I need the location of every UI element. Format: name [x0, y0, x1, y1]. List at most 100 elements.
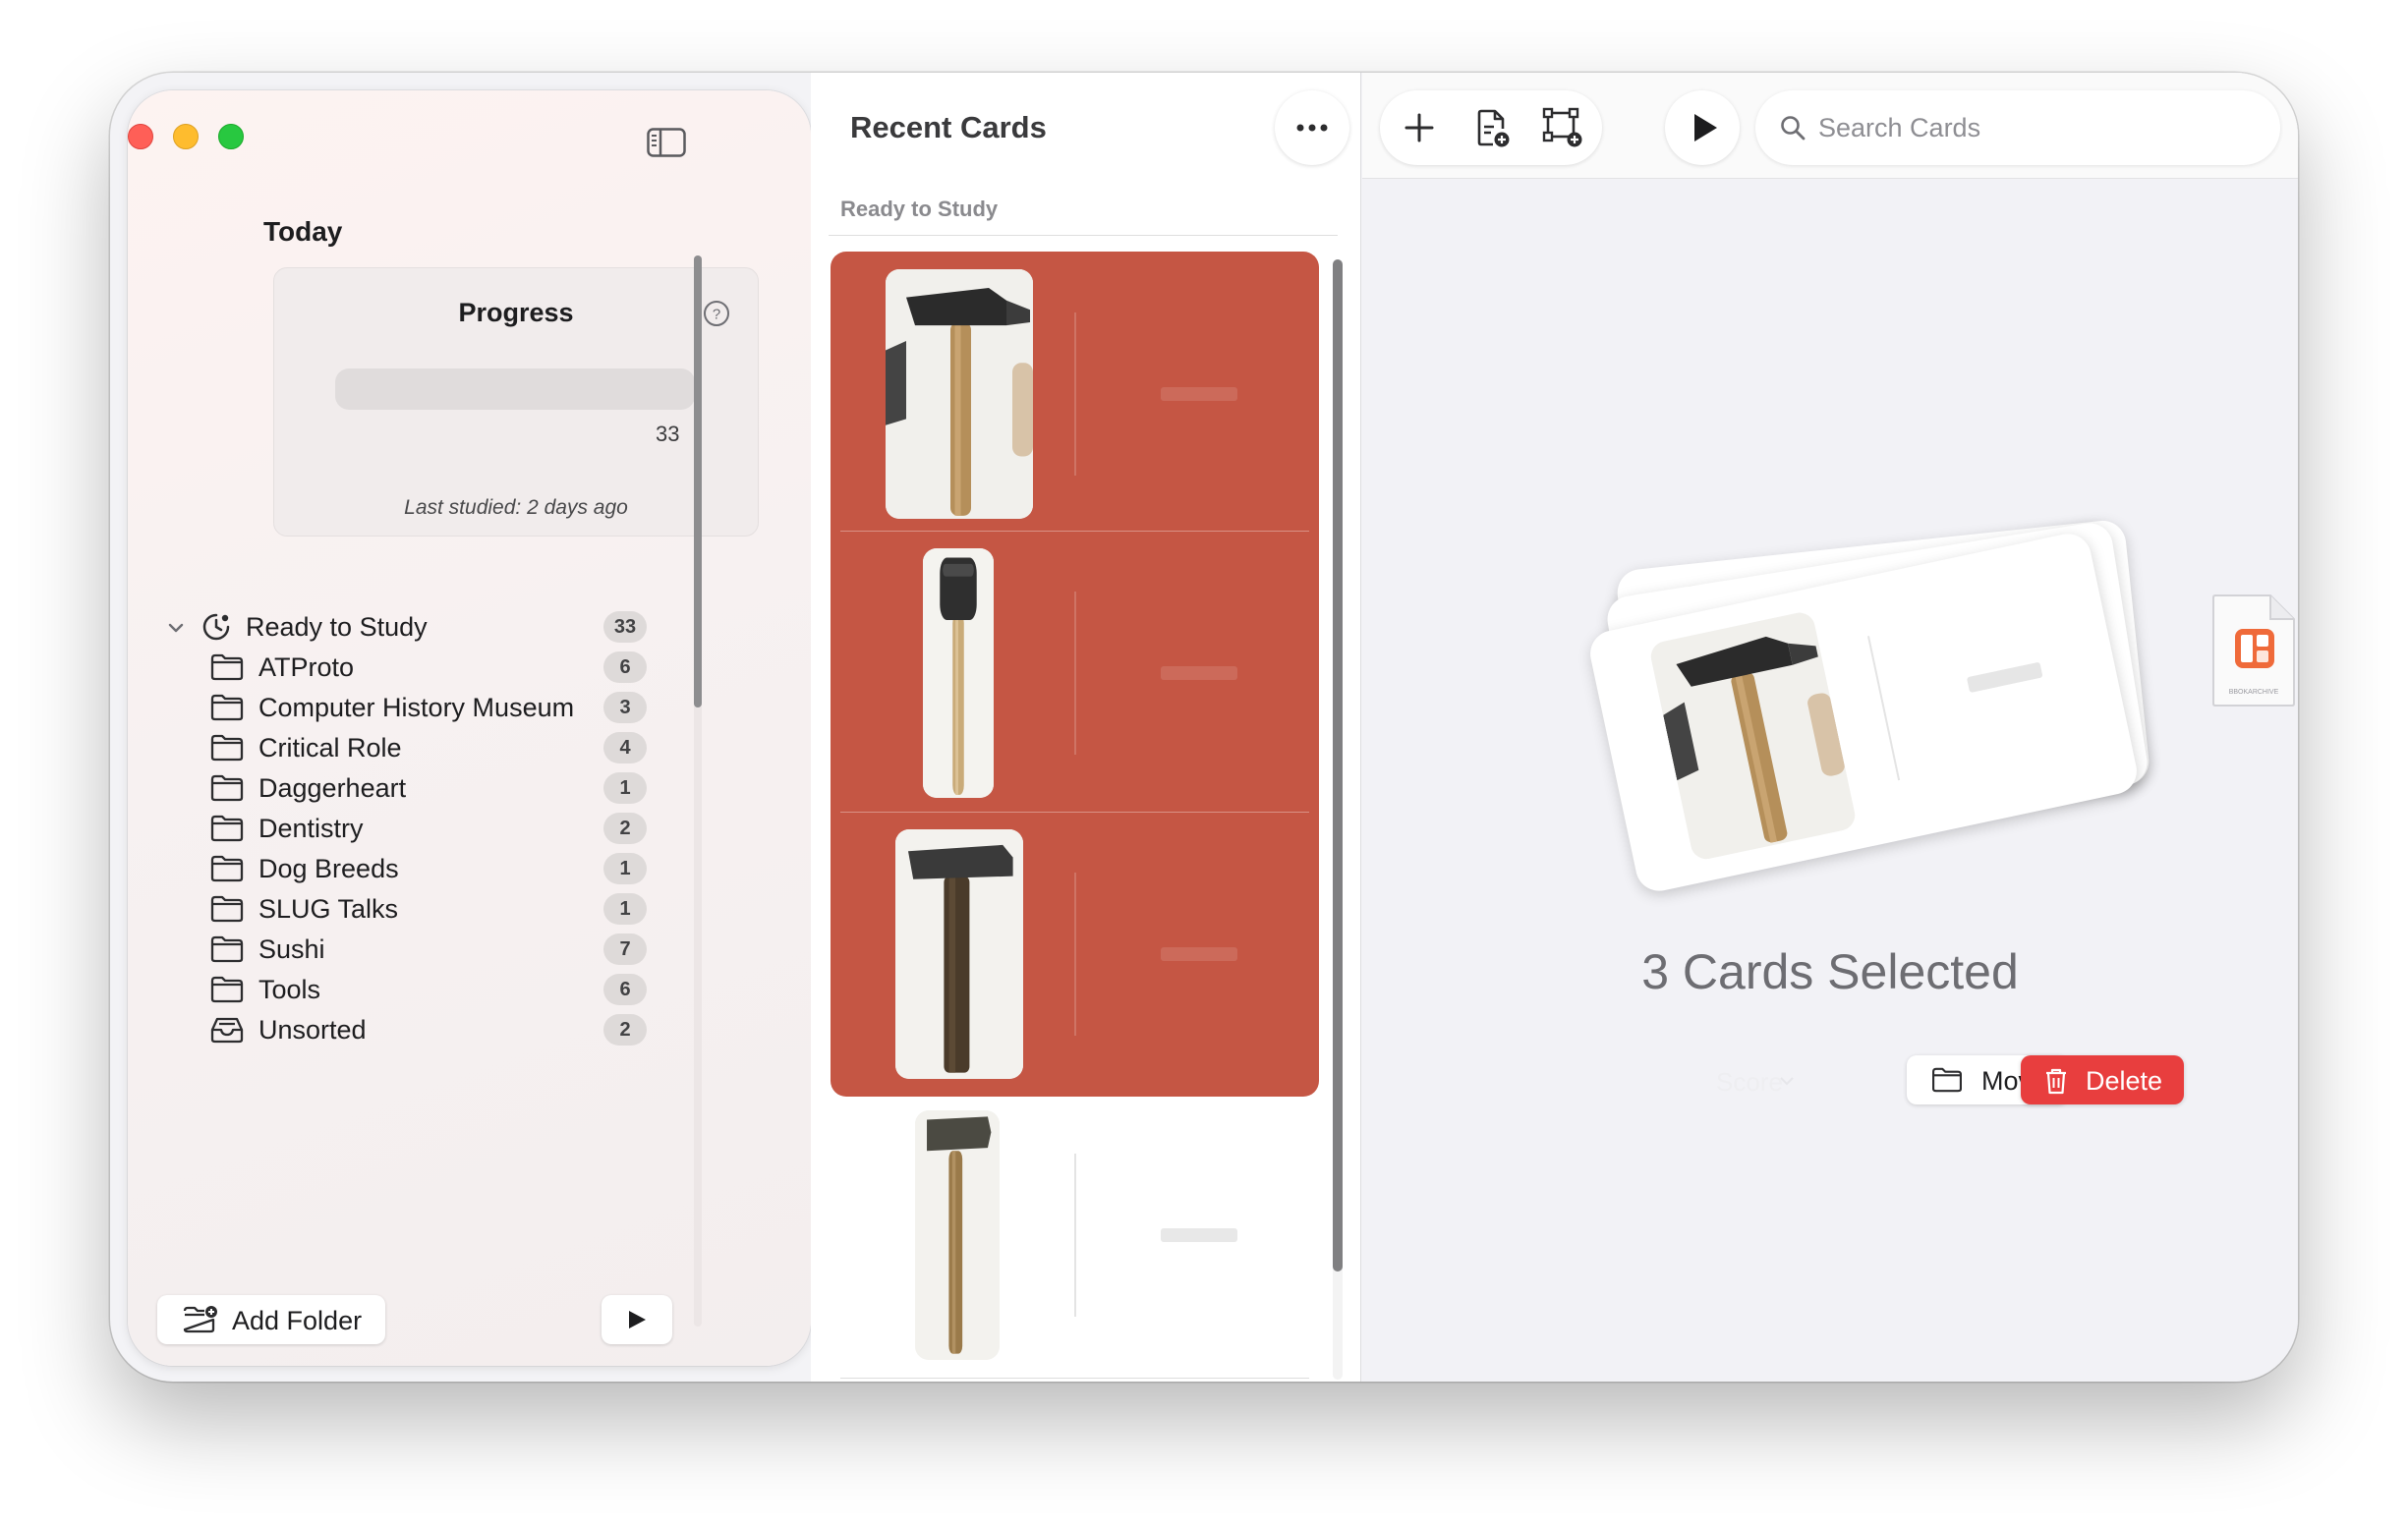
card-list-pane: Recent Cards Ready to Study — [811, 73, 1361, 1382]
count-badge: 6 — [603, 974, 647, 1005]
document-add-icon — [1477, 109, 1510, 147]
card-row[interactable] — [831, 254, 1319, 535]
sidebar-item-label: ATProto — [258, 652, 355, 682]
svg-text:?: ? — [713, 307, 720, 323]
new-document-button[interactable] — [1466, 102, 1518, 153]
count-badge: 6 — [603, 651, 647, 683]
hammer-photo — [895, 829, 1023, 1079]
count-badge: 1 — [603, 772, 647, 804]
close-window-button[interactable] — [128, 124, 153, 149]
selected-cards-stack — [1585, 485, 2178, 898]
progress-bar — [335, 368, 695, 410]
count-badge: 4 — [603, 732, 647, 764]
card-row[interactable] — [831, 1095, 1319, 1376]
progress-card: Progress ? 33 Last studied: 2 days ago — [273, 267, 759, 537]
card-back-placeholder — [1161, 1228, 1237, 1242]
search-input[interactable] — [1818, 108, 2251, 147]
search-field[interactable] — [1755, 90, 2280, 165]
card-back-placeholder — [1966, 661, 2043, 694]
sidebar-item-label: Daggerheart — [258, 773, 407, 803]
app-window: Today Progress ? 33 Last studied: 2 days… — [110, 73, 2298, 1382]
sidebar-item-label: Sushi — [258, 934, 325, 964]
card-back-placeholder — [1161, 387, 1237, 401]
progress-title: Progress — [458, 298, 574, 327]
folder-icon — [210, 976, 244, 1003]
selected-count-label: 3 Cards Selected — [1641, 944, 2019, 999]
list-section-header: Ready to Study — [840, 197, 999, 221]
minimize-window-button[interactable] — [173, 124, 199, 149]
progress-count: 33 — [656, 422, 680, 446]
folder-icon — [210, 815, 244, 842]
folder-icon — [210, 653, 244, 681]
divider — [829, 235, 1338, 236]
last-studied-label: Last studied: 2 days ago — [404, 496, 628, 519]
sidebar: Today Progress ? 33 Last studied: 2 days… — [128, 90, 811, 1366]
chevron-down-icon[interactable] — [167, 619, 185, 637]
card-back-placeholder — [1161, 947, 1237, 961]
add-folder-label: Add Folder — [232, 1306, 363, 1335]
sidebar-item-label: Unsorted — [258, 1015, 367, 1045]
delete-label: Delete — [2086, 1066, 2163, 1096]
folder-icon — [1932, 1067, 1962, 1093]
plus-icon — [1405, 113, 1434, 142]
svg-text:BBOKARCHIVE: BBOKARCHIVE — [2229, 689, 2279, 696]
folder-icon — [210, 855, 244, 882]
count-badge: 1 — [603, 853, 647, 884]
zoom-window-button[interactable] — [218, 124, 244, 149]
hammer-photo — [1647, 609, 1859, 863]
toolbar-button-group — [1380, 90, 1602, 165]
add-card-button[interactable] — [1394, 102, 1445, 153]
add-folder-button[interactable]: Add Folder — [157, 1295, 385, 1344]
today-heading: Today — [263, 216, 343, 247]
help-icon[interactable]: ? — [703, 300, 730, 327]
archive-file-icon[interactable]: BBOKARCHIVE — [2209, 592, 2298, 709]
sidebar-item-label: Dentistry — [258, 814, 364, 843]
hammer-photo — [915, 1110, 1000, 1360]
folder-icon — [210, 895, 244, 923]
score-label: Score — [1716, 1067, 1783, 1097]
folder-icon — [210, 935, 244, 963]
trash-icon — [2046, 1068, 2066, 1095]
count-badge: 3 — [603, 692, 647, 723]
delete-button[interactable]: Delete — [2021, 1055, 2184, 1104]
folder-icon — [210, 774, 244, 802]
mallet-photo — [923, 548, 994, 798]
sidebar-item-label: SLUG Talks — [258, 894, 399, 924]
play-icon — [629, 1311, 646, 1329]
count-badge: 7 — [603, 933, 647, 965]
card-row[interactable] — [831, 533, 1319, 814]
sidebar-toggle-icon[interactable] — [647, 128, 686, 157]
study-clock-icon — [201, 611, 232, 643]
count-badge: 2 — [603, 813, 647, 844]
toolbar — [1362, 73, 2298, 179]
chevron-down-icon — [1780, 1077, 1794, 1086]
list-scrollbar[interactable] — [1330, 259, 1346, 1380]
play-icon — [1694, 114, 1717, 141]
study-play-button[interactable] — [602, 1295, 672, 1344]
score-select[interactable]: Score — [1673, 1055, 1801, 1104]
detail-pane: BBOKARCHIVE 3 Cards Selected Score Move … — [1362, 73, 2298, 1382]
more-options-button[interactable] — [1275, 90, 1349, 165]
sidebar-item-label: Dog Breeds — [258, 854, 399, 883]
card-row[interactable] — [831, 814, 1319, 1095]
count-badge: 1 — [603, 893, 647, 925]
image-occlusion-button[interactable] — [1537, 102, 1588, 153]
sidebar-item-label: Computer History Museum — [258, 693, 575, 722]
sidebar-scrollbar[interactable] — [691, 255, 705, 1336]
count-badge: 2 — [603, 1014, 647, 1046]
list-title: Recent Cards — [850, 110, 1047, 144]
inbox-icon — [210, 1016, 244, 1044]
hammer-photo — [886, 269, 1033, 519]
sidebar-item-unsorted[interactable]: Unsorted 2 — [128, 1006, 678, 1053]
ellipsis-icon — [1296, 124, 1328, 132]
count-badge: 33 — [603, 611, 647, 643]
study-play-button[interactable] — [1665, 90, 1740, 165]
folder-add-icon — [183, 1305, 218, 1334]
shape-add-icon — [1542, 107, 1582, 147]
sidebar-item-label: Tools — [258, 975, 321, 1004]
folder-icon — [210, 734, 244, 762]
sidebar-item-label: Critical Role — [258, 733, 402, 763]
card-back-placeholder — [1161, 666, 1237, 680]
search-icon — [1781, 116, 1806, 141]
sidebar-group-label: Ready to Study — [246, 612, 428, 642]
